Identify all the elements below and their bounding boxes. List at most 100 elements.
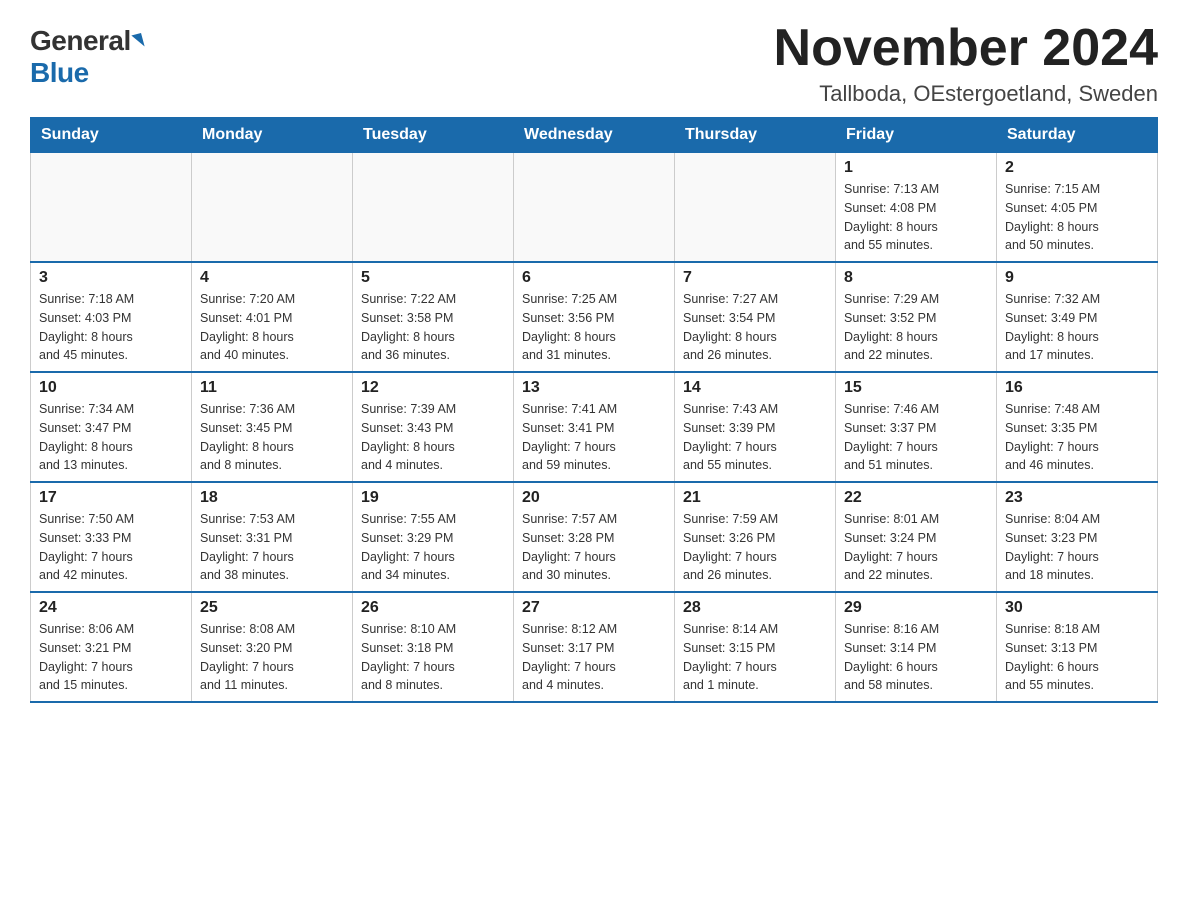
calendar-cell: 25 Sunrise: 8:08 AMSunset: 3:20 PMDayligh… bbox=[192, 592, 353, 702]
day-info: Sunrise: 7:48 AMSunset: 3:35 PMDaylight:… bbox=[1005, 400, 1149, 475]
day-number: 12 bbox=[361, 379, 505, 397]
day-number: 11 bbox=[200, 379, 344, 397]
header-monday: Monday bbox=[192, 118, 353, 153]
day-info: Sunrise: 8:04 AMSunset: 3:23 PMDaylight:… bbox=[1005, 510, 1149, 585]
calendar-week-1: 3Sunrise: 7:18 AMSunset: 4:03 PMDaylight… bbox=[31, 262, 1158, 372]
day-number: 3 bbox=[39, 269, 183, 287]
logo-arrow-icon bbox=[131, 33, 144, 49]
calendar-cell: 15 Sunrise: 7:46 AMSunset: 3:37 PMDayligh… bbox=[836, 372, 997, 482]
calendar-cell bbox=[353, 153, 514, 263]
day-number: 17 bbox=[39, 489, 183, 507]
day-number: 27 bbox=[522, 599, 666, 617]
day-number: 4 bbox=[200, 269, 344, 287]
calendar-cell: 22 Sunrise: 8:01 AMSunset: 3:24 PMDayligh… bbox=[836, 482, 997, 592]
day-info: Sunrise: 7:59 AMSunset: 3:26 PMDaylight:… bbox=[683, 510, 827, 585]
day-number: 25 bbox=[200, 599, 344, 617]
calendar-cell bbox=[192, 153, 353, 263]
calendar-cell: 7 Sunrise: 7:27 AMSunset: 3:54 PMDaylight… bbox=[675, 262, 836, 372]
day-info: Sunrise: 8:10 AMSunset: 3:18 PMDaylight:… bbox=[361, 620, 505, 695]
day-info: Sunrise: 8:01 AMSunset: 3:24 PMDaylight:… bbox=[844, 510, 988, 585]
day-number: 5 bbox=[361, 269, 505, 287]
calendar-cell: 14Sunrise: 7:43 AMSunset: 3:39 PMDayligh… bbox=[675, 372, 836, 482]
calendar-cell: 16 Sunrise: 7:48 AMSunset: 3:35 PMDayligh… bbox=[997, 372, 1158, 482]
calendar-week-4: 24 Sunrise: 8:06 AMSunset: 3:21 PMDayligh… bbox=[31, 592, 1158, 702]
day-info: Sunrise: 7:27 AMSunset: 3:54 PMDaylight:… bbox=[683, 290, 827, 365]
day-number: 26 bbox=[361, 599, 505, 617]
day-number: 19 bbox=[361, 489, 505, 507]
day-info: Sunrise: 7:36 AMSunset: 3:45 PMDaylight:… bbox=[200, 400, 344, 475]
calendar-cell: 17 Sunrise: 7:50 AMSunset: 3:33 PMDayligh… bbox=[31, 482, 192, 592]
page-header: General Blue November 2024 Tallboda, OEs… bbox=[30, 20, 1158, 107]
calendar-cell: 23Sunrise: 8:04 AMSunset: 3:23 PMDayligh… bbox=[997, 482, 1158, 592]
day-info: Sunrise: 7:39 AMSunset: 3:43 PMDaylight:… bbox=[361, 400, 505, 475]
day-info: Sunrise: 7:46 AMSunset: 3:37 PMDaylight:… bbox=[844, 400, 988, 475]
calendar-cell: 10 Sunrise: 7:34 AMSunset: 3:47 PMDayligh… bbox=[31, 372, 192, 482]
day-info: Sunrise: 7:43 AMSunset: 3:39 PMDaylight:… bbox=[683, 400, 827, 475]
day-info: Sunrise: 7:34 AMSunset: 3:47 PMDaylight:… bbox=[39, 400, 183, 475]
day-info: Sunrise: 7:20 AMSunset: 4:01 PMDaylight:… bbox=[200, 290, 344, 365]
calendar-cell: 30 Sunrise: 8:18 AMSunset: 3:13 PMDayligh… bbox=[997, 592, 1158, 702]
day-number: 10 bbox=[39, 379, 183, 397]
logo-general-text: General bbox=[30, 25, 131, 57]
calendar-week-3: 17 Sunrise: 7:50 AMSunset: 3:33 PMDayligh… bbox=[31, 482, 1158, 592]
day-number: 21 bbox=[683, 489, 827, 507]
day-info: Sunrise: 8:16 AMSunset: 3:14 PMDaylight:… bbox=[844, 620, 988, 695]
day-number: 29 bbox=[844, 599, 988, 617]
calendar-cell: 29 Sunrise: 8:16 AMSunset: 3:14 PMDayligh… bbox=[836, 592, 997, 702]
calendar-cell: 24 Sunrise: 8:06 AMSunset: 3:21 PMDayligh… bbox=[31, 592, 192, 702]
header-friday: Friday bbox=[836, 118, 997, 153]
logo: General Blue bbox=[30, 20, 143, 89]
day-number: 6 bbox=[522, 269, 666, 287]
calendar-cell: 6 Sunrise: 7:25 AMSunset: 3:56 PMDaylight… bbox=[514, 262, 675, 372]
day-info: Sunrise: 8:06 AMSunset: 3:21 PMDaylight:… bbox=[39, 620, 183, 695]
day-number: 16 bbox=[1005, 379, 1149, 397]
calendar-cell: 18Sunrise: 7:53 AMSunset: 3:31 PMDayligh… bbox=[192, 482, 353, 592]
calendar-cell bbox=[514, 153, 675, 263]
calendar-title: November 2024 bbox=[774, 20, 1158, 77]
calendar-cell: 1 Sunrise: 7:13 AMSunset: 4:08 PMDaylight… bbox=[836, 153, 997, 263]
calendar-cell: 26 Sunrise: 8:10 AMSunset: 3:18 PMDayligh… bbox=[353, 592, 514, 702]
calendar-cell: 5Sunrise: 7:22 AMSunset: 3:58 PMDaylight… bbox=[353, 262, 514, 372]
day-info: Sunrise: 7:29 AMSunset: 3:52 PMDaylight:… bbox=[844, 290, 988, 365]
calendar-cell: 19 Sunrise: 7:55 AMSunset: 3:29 PMDayligh… bbox=[353, 482, 514, 592]
calendar-week-2: 10 Sunrise: 7:34 AMSunset: 3:47 PMDayligh… bbox=[31, 372, 1158, 482]
calendar-cell: 11 Sunrise: 7:36 AMSunset: 3:45 PMDayligh… bbox=[192, 372, 353, 482]
calendar-cell: 28 Sunrise: 8:14 AMSunset: 3:15 PMDayligh… bbox=[675, 592, 836, 702]
day-info: Sunrise: 8:18 AMSunset: 3:13 PMDaylight:… bbox=[1005, 620, 1149, 695]
calendar-subtitle: Tallboda, OEstergoetland, Sweden bbox=[774, 81, 1158, 107]
day-info: Sunrise: 8:08 AMSunset: 3:20 PMDaylight:… bbox=[200, 620, 344, 695]
day-info: Sunrise: 7:57 AMSunset: 3:28 PMDaylight:… bbox=[522, 510, 666, 585]
day-number: 1 bbox=[844, 159, 988, 177]
logo-blue-text: Blue bbox=[30, 57, 89, 89]
day-info: Sunrise: 7:55 AMSunset: 3:29 PMDaylight:… bbox=[361, 510, 505, 585]
header-saturday: Saturday bbox=[997, 118, 1158, 153]
header-thursday: Thursday bbox=[675, 118, 836, 153]
day-info: Sunrise: 7:25 AMSunset: 3:56 PMDaylight:… bbox=[522, 290, 666, 365]
day-info: Sunrise: 7:13 AMSunset: 4:08 PMDaylight:… bbox=[844, 180, 988, 255]
day-number: 28 bbox=[683, 599, 827, 617]
day-info: Sunrise: 7:41 AMSunset: 3:41 PMDaylight:… bbox=[522, 400, 666, 475]
header-tuesday: Tuesday bbox=[353, 118, 514, 153]
day-number: 24 bbox=[39, 599, 183, 617]
day-number: 22 bbox=[844, 489, 988, 507]
day-info: Sunrise: 7:53 AMSunset: 3:31 PMDaylight:… bbox=[200, 510, 344, 585]
day-number: 2 bbox=[1005, 159, 1149, 177]
calendar-week-0: 1 Sunrise: 7:13 AMSunset: 4:08 PMDaylight… bbox=[31, 153, 1158, 263]
day-number: 30 bbox=[1005, 599, 1149, 617]
day-number: 20 bbox=[522, 489, 666, 507]
calendar-cell: 27Sunrise: 8:12 AMSunset: 3:17 PMDayligh… bbox=[514, 592, 675, 702]
calendar-cell: 12 Sunrise: 7:39 AMSunset: 3:43 PMDayligh… bbox=[353, 372, 514, 482]
day-info: Sunrise: 8:14 AMSunset: 3:15 PMDaylight:… bbox=[683, 620, 827, 695]
day-info: Sunrise: 7:32 AMSunset: 3:49 PMDaylight:… bbox=[1005, 290, 1149, 365]
calendar-cell: 8 Sunrise: 7:29 AMSunset: 3:52 PMDaylight… bbox=[836, 262, 997, 372]
calendar-cell: 13 Sunrise: 7:41 AMSunset: 3:41 PMDayligh… bbox=[514, 372, 675, 482]
calendar-cell: 20 Sunrise: 7:57 AMSunset: 3:28 PMDayligh… bbox=[514, 482, 675, 592]
day-info: Sunrise: 7:15 AMSunset: 4:05 PMDaylight:… bbox=[1005, 180, 1149, 255]
calendar-table: Sunday Monday Tuesday Wednesday Thursday… bbox=[30, 117, 1158, 703]
day-number: 7 bbox=[683, 269, 827, 287]
day-number: 8 bbox=[844, 269, 988, 287]
day-number: 13 bbox=[522, 379, 666, 397]
calendar-header-row: Sunday Monday Tuesday Wednesday Thursday… bbox=[31, 118, 1158, 153]
day-info: Sunrise: 7:50 AMSunset: 3:33 PMDaylight:… bbox=[39, 510, 183, 585]
day-number: 15 bbox=[844, 379, 988, 397]
